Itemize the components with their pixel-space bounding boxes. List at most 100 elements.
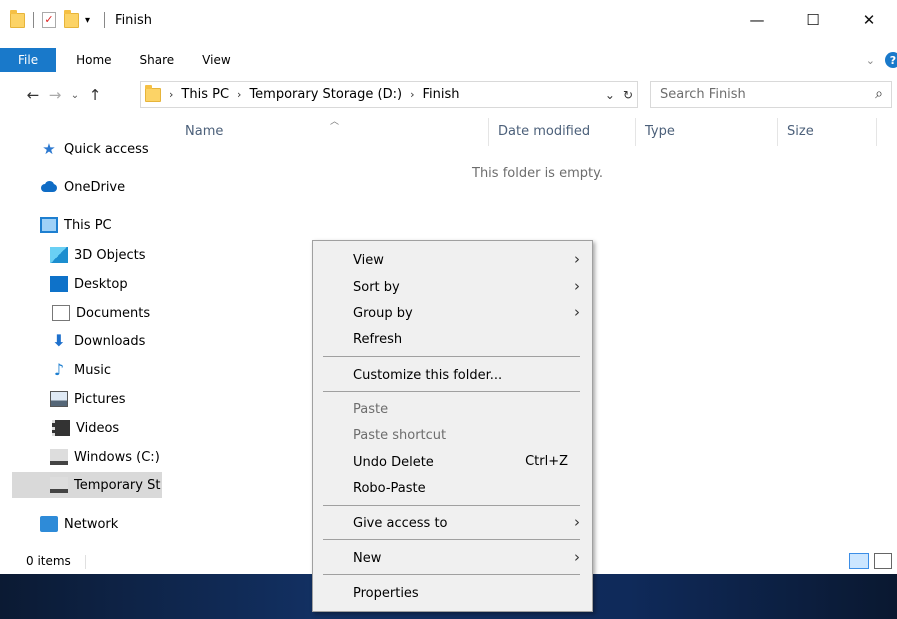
column-divider[interactable] [635, 118, 636, 146]
sidebar-item-this-pc[interactable]: This PC [0, 212, 162, 238]
chevron-right-icon[interactable]: › [237, 88, 241, 101]
ribbon-right: ⌄ ? [866, 48, 897, 72]
breadcrumb-finish[interactable]: Finish [422, 87, 459, 102]
menu-item-customize-folder[interactable]: Customize this folder... [313, 363, 592, 387]
drive-icon [50, 477, 68, 493]
sidebar-item-label: Documents [76, 305, 151, 321]
sidebar-item-windows-c[interactable]: Windows (C:) [0, 444, 162, 470]
sidebar-item-music[interactable]: ♪ Music [0, 357, 162, 383]
document-icon [52, 305, 70, 321]
column-divider[interactable] [777, 118, 778, 146]
menu-item-group-by[interactable]: Group by › [313, 301, 592, 325]
recent-locations-button[interactable]: ⌄ [66, 90, 84, 101]
menu-separator [323, 539, 580, 540]
maximize-button[interactable]: ☐ [785, 0, 841, 40]
sort-ascending-icon: ︿ [330, 117, 340, 127]
address-actions: ⌄ ↻ [605, 82, 633, 107]
sidebar-item-3d-objects[interactable]: 3D Objects [0, 242, 162, 268]
menu-item-label: Customize this folder... [353, 367, 503, 383]
chevron-right-icon[interactable]: › [410, 88, 414, 101]
customize-toolbar-icon[interactable]: ▾ [85, 15, 90, 26]
sidebar-item-videos[interactable]: Videos [0, 415, 162, 441]
context-menu: View › Sort by › Group by › Refresh Cust… [312, 240, 593, 612]
cloud-icon [40, 179, 58, 195]
empty-folder-message: This folder is empty. [472, 166, 604, 181]
menu-item-label: Paste [353, 401, 389, 417]
menu-item-new[interactable]: New › [313, 546, 592, 570]
close-button[interactable]: ✕ [841, 0, 897, 40]
forward-button[interactable]: → [44, 86, 66, 104]
menu-item-label: Sort by [353, 279, 400, 295]
ribbon-tabs: File Home Share View ⌄ ? [0, 48, 897, 72]
refresh-icon[interactable]: ↻ [623, 88, 633, 102]
tab-share[interactable]: Share [126, 48, 189, 72]
chevron-right-icon: › [574, 513, 580, 531]
column-divider[interactable] [876, 118, 877, 146]
star-icon: ★ [42, 140, 56, 158]
search-icon[interactable]: ⌕ [875, 86, 883, 102]
menu-item-label: Refresh [353, 331, 403, 347]
window-controls: — ☐ ✕ [729, 0, 897, 40]
details-view-icon[interactable] [849, 553, 869, 569]
window-title: Finish [115, 12, 153, 28]
large-icons-view-icon[interactable] [874, 553, 892, 569]
tab-home[interactable]: Home [56, 48, 125, 72]
menu-separator [323, 574, 580, 575]
menu-item-paste: Paste [313, 397, 592, 421]
column-divider[interactable] [488, 118, 489, 146]
menu-item-give-access[interactable]: Give access to › [313, 511, 592, 535]
chevron-right-icon: › [574, 548, 580, 566]
menu-item-view[interactable]: View › [313, 248, 592, 272]
sidebar-item-label: Music [74, 362, 111, 378]
breadcrumb-this-pc[interactable]: This PC [181, 87, 229, 102]
search-input[interactable]: Search Finish ⌕ [650, 81, 892, 108]
sidebar-item-temporary-storage[interactable]: Temporary St [12, 472, 162, 498]
sidebar-item-downloads[interactable]: ⬇ Downloads [0, 328, 162, 354]
sidebar-item-documents[interactable]: Documents [0, 300, 162, 326]
column-header-size[interactable]: Size [787, 124, 814, 139]
menu-item-sort-by[interactable]: Sort by › [313, 275, 592, 299]
divider [104, 12, 106, 28]
menu-item-label: New [353, 550, 382, 566]
tab-file[interactable]: File [0, 48, 57, 72]
divider [85, 555, 86, 569]
tab-view[interactable]: View [188, 48, 244, 72]
menu-item-label: Properties [353, 585, 419, 601]
computer-icon [40, 217, 58, 233]
menu-item-refresh[interactable]: Refresh [313, 327, 592, 351]
chevron-right-icon: › [574, 250, 580, 268]
chevron-right-icon: › [574, 277, 580, 295]
menu-item-robo-paste[interactable]: Robo-Paste [313, 476, 592, 500]
column-headers: ︿ Name Date modified Type Size [163, 117, 897, 146]
sidebar-item-onedrive[interactable]: OneDrive [0, 174, 162, 200]
up-button[interactable]: ↑ [84, 86, 106, 104]
sidebar-item-pictures[interactable]: Pictures [0, 386, 162, 412]
column-header-name[interactable]: Name [185, 124, 223, 139]
expand-ribbon-icon[interactable]: ⌄ [866, 54, 875, 67]
new-folder-icon[interactable] [64, 9, 79, 28]
menu-item-undo-delete[interactable]: Undo Delete Ctrl+Z [313, 450, 592, 474]
column-header-date-modified[interactable]: Date modified [498, 124, 590, 139]
drive-icon [50, 449, 68, 465]
navigation-bar: ← → ⌄ ↑ › This PC › Temporary Storage (D… [0, 80, 897, 110]
chevron-right-icon[interactable]: › [169, 88, 173, 101]
title-bar: ✓ ▾ Finish — ☐ ✕ [0, 0, 897, 40]
quick-access-toolbar: ✓ ▾ Finish [0, 9, 153, 28]
help-icon[interactable]: ? [885, 52, 897, 68]
address-bar[interactable]: › This PC › Temporary Storage (D:) › Fin… [140, 81, 638, 108]
sidebar-item-desktop[interactable]: Desktop [0, 271, 162, 297]
properties-icon[interactable]: ✓ [42, 12, 56, 28]
back-button[interactable]: ← [22, 86, 44, 104]
folder-icon [145, 84, 161, 102]
menu-item-label: Paste shortcut [353, 427, 447, 443]
sidebar-item-label: Desktop [74, 276, 128, 292]
menu-separator [323, 505, 580, 506]
chevron-down-icon[interactable]: ⌄ [605, 88, 615, 102]
minimize-button[interactable]: — [729, 0, 785, 40]
sidebar-item-network[interactable]: Network [0, 511, 162, 537]
menu-item-properties[interactable]: Properties [313, 581, 592, 605]
column-header-type[interactable]: Type [645, 124, 675, 139]
breadcrumb-drive[interactable]: Temporary Storage (D:) [249, 87, 402, 102]
sidebar-item-quick-access[interactable]: ★ Quick access [0, 136, 162, 162]
menu-item-label: Robo-Paste [353, 480, 426, 496]
